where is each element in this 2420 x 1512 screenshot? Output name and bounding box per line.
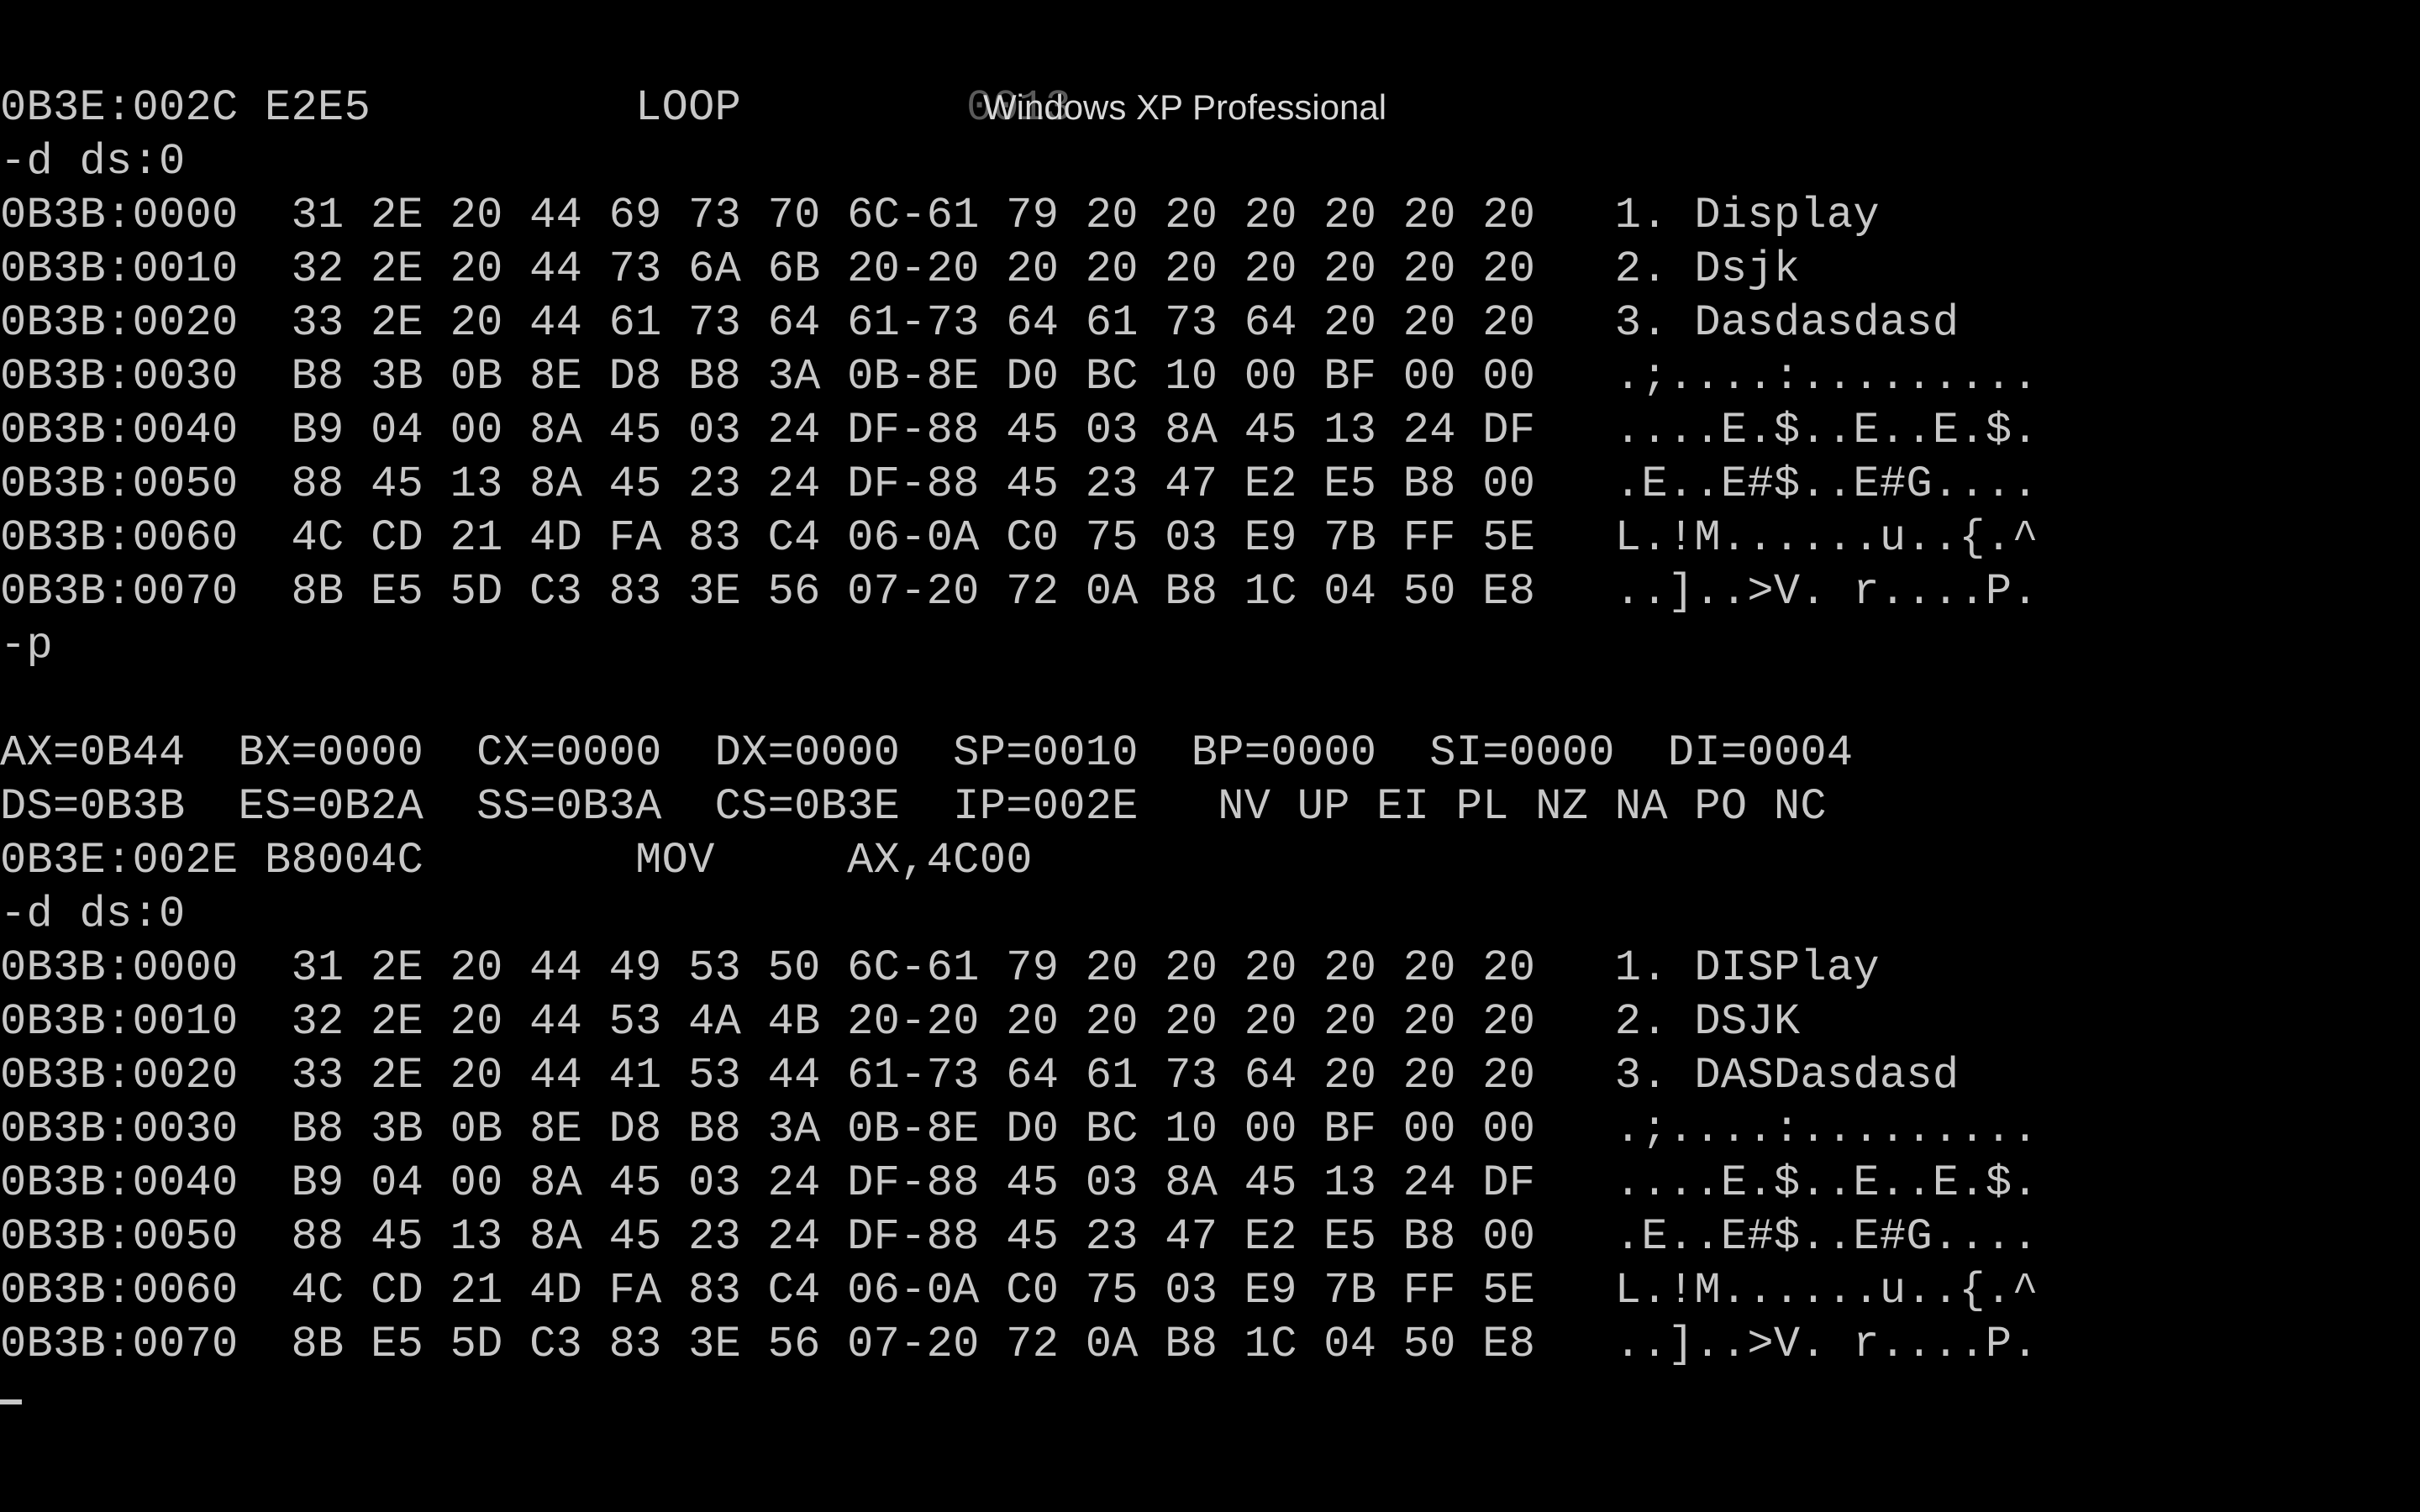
console-line: 0B3B:0030 B8 3B 0B 8E D8 B8 3A 0B-8E D0 … xyxy=(0,352,2039,402)
console-line: 0B3B:0010 32 2E 20 44 53 4A 4B 20-20 20 … xyxy=(0,997,1801,1047)
console-line: 0B3B:0050 88 45 13 8A 45 23 24 DF-88 45 … xyxy=(0,1212,2039,1262)
console-line: 0B3B:0040 B9 04 00 8A 45 03 24 DF-88 45 … xyxy=(0,406,2039,455)
window-title: Windows XP Professional xyxy=(983,87,1387,127)
console-line: -d ds:0 xyxy=(0,137,186,186)
console-line: 0B3B:0040 B9 04 00 8A 45 03 24 DF-88 45 … xyxy=(0,1158,2039,1208)
console-line: 0B3B:0020 33 2E 20 44 61 73 64 61-73 64 … xyxy=(0,298,1960,348)
console-line: -p xyxy=(0,621,54,670)
console-line: 0B3B:0050 88 45 13 8A 45 23 24 DF-88 45 … xyxy=(0,459,2039,509)
console-line: 0B3B:0070 8B E5 5D C3 83 3E 56 07-20 72 … xyxy=(0,567,2039,617)
console-line: 0B3B:0030 B8 3B 0B 8E D8 B8 3A 0B-8E D0 … xyxy=(0,1105,2039,1154)
console-line: 0B3B:0010 32 2E 20 44 73 6A 6B 20-20 20 … xyxy=(0,244,1801,294)
console-line: 0B3E:002E B8004C MOV AX,4C00 xyxy=(0,836,1033,885)
console-line: 0B3B:0060 4C CD 21 4D FA 83 C4 06-0A C0 … xyxy=(0,513,2039,563)
console-line: 0B3B:0000 31 2E 20 44 69 73 70 6C-61 79 … xyxy=(0,191,1880,240)
console-line: DS=0B3B ES=0B2A SS=0B3A CS=0B3E IP=002E … xyxy=(0,782,1827,832)
console-line: 0B3B:0020 33 2E 20 44 41 53 44 61-73 64 … xyxy=(0,1051,1960,1100)
console-line: 0B3B:0060 4C CD 21 4D FA 83 C4 06-0A C0 … xyxy=(0,1266,2039,1315)
text-cursor xyxy=(0,1399,22,1404)
command-prompt-line[interactable] xyxy=(0,1372,2039,1425)
console-line: 0B3B:0000 31 2E 20 44 49 53 50 6C-61 79 … xyxy=(0,943,1880,993)
dos-console-screen[interactable]: 0B3E:002C E2E5 LOOP -d ds:0 0B3B:0000 31 … xyxy=(0,0,2420,1512)
debug-console-output[interactable]: 0B3E:002C E2E5 LOOP -d ds:0 0B3B:0000 31 … xyxy=(0,81,2039,1425)
console-line: 0B3B:0070 8B E5 5D C3 83 3E 56 07-20 72 … xyxy=(0,1320,2039,1369)
console-line: AX=0B44 BX=0000 CX=0000 DX=0000 SP=0010 … xyxy=(0,728,1854,778)
console-line: -d ds:0 xyxy=(0,890,186,939)
